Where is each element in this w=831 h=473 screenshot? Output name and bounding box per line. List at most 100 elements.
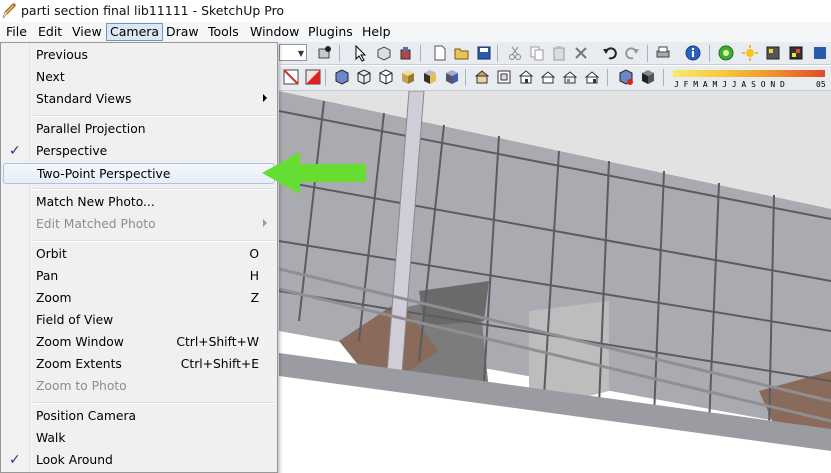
menu-draw[interactable]: Draw — [162, 24, 203, 40]
textured-cube-icon[interactable] — [421, 68, 439, 86]
menu-edit[interactable]: Edit — [34, 24, 66, 40]
xray-icon[interactable] — [811, 44, 829, 62]
menu-item-shortcut: H — [249, 269, 259, 283]
menu-item-field-of-view[interactable]: Field of View — [3, 310, 275, 331]
right-view-icon[interactable] — [539, 68, 557, 86]
toolbar-separator — [339, 45, 340, 62]
open-folder-icon[interactable] — [453, 44, 471, 62]
menu-item-label: Position Camera — [36, 409, 137, 423]
menu-item-label: Field of View — [36, 313, 114, 327]
toolbar-separator — [647, 45, 648, 62]
fog-icon[interactable] — [764, 44, 782, 62]
menu-window[interactable]: Window — [246, 24, 303, 40]
cut-scissors-icon[interactable] — [506, 44, 524, 62]
paste-icon[interactable] — [550, 44, 568, 62]
menu-separator — [33, 402, 275, 404]
window-title: parti section final lib11111 - SketchUp … — [21, 3, 285, 18]
redo-icon[interactable] — [623, 44, 641, 62]
shadows-toggle-icon[interactable] — [717, 44, 735, 62]
iso-view-icon[interactable] — [473, 68, 491, 86]
menu-item-shortcut: Z — [250, 291, 259, 305]
toolbar-separator — [663, 69, 664, 86]
select-arrow-icon[interactable] — [352, 44, 370, 62]
model-viewport[interactable] — [279, 91, 831, 473]
menu-item-zoom-window[interactable]: Zoom Window Ctrl+Shift+W — [3, 332, 275, 353]
menu-item-zoom-extents[interactable]: Zoom Extents Ctrl+Shift+E — [3, 354, 275, 375]
menu-item-position-camera[interactable]: Position Camera — [3, 406, 275, 427]
front-view-icon[interactable] — [517, 68, 535, 86]
menu-item-parallel-projection[interactable]: Parallel Projection — [3, 119, 275, 140]
menu-item-zoom[interactable]: Zoom Z — [3, 288, 275, 309]
hidden-line-cube-icon[interactable] — [377, 68, 395, 86]
print-icon[interactable] — [654, 44, 672, 62]
sun-icon[interactable] — [741, 44, 759, 62]
model-render — [279, 91, 831, 473]
menu-item-orbit[interactable]: Orbit O — [3, 244, 275, 265]
menu-item-next[interactable]: Next — [3, 67, 275, 88]
menu-item-label: Previous — [36, 48, 88, 62]
annotation-arrow-icon — [262, 152, 366, 194]
menu-item-label: Next — [36, 70, 65, 84]
copy-icon[interactable] — [528, 44, 546, 62]
toolbar-separator — [497, 45, 498, 62]
shadow-month-labels: J F M A M J J A S O N D — [674, 80, 785, 89]
menu-plugins[interactable]: Plugins — [304, 24, 357, 40]
back-edges-cube-icon[interactable] — [617, 68, 635, 86]
menu-item-walk[interactable]: Walk — [3, 428, 275, 449]
submenu-arrow-icon — [263, 219, 267, 227]
layer-combo[interactable]: ▼ — [279, 44, 307, 61]
chevron-down-icon: ▼ — [297, 49, 304, 58]
menu-item-edit-matched-photo: Edit Matched Photo — [3, 214, 275, 235]
menu-separator — [33, 188, 275, 190]
menu-item-perspective[interactable]: ✓ Perspective — [3, 141, 275, 162]
menu-item-label: Zoom Window — [36, 335, 124, 349]
menu-tools[interactable]: Tools — [204, 24, 243, 40]
toolbar-separator — [420, 45, 421, 62]
menu-item-zoom-to-photo: Zoom to Photo — [3, 376, 275, 397]
section-cut-icon[interactable] — [282, 68, 300, 86]
camera-menu-dropdown: Previous Next Standard Views Parallel Pr… — [0, 42, 278, 473]
monochrome-cube-icon[interactable] — [443, 68, 461, 86]
menu-item-shortcut: O — [249, 247, 259, 261]
menu-item-look-around[interactable]: ✓ Look Around — [3, 450, 275, 471]
section-fill-icon[interactable] — [304, 68, 322, 86]
shaded-cube-icon[interactable] — [399, 68, 417, 86]
menu-help[interactable]: Help — [358, 24, 395, 40]
shadow-settings-icon[interactable] — [787, 44, 805, 62]
wireframe-cube-icon[interactable] — [355, 68, 373, 86]
toolbar-separator — [465, 69, 466, 86]
undo-icon[interactable] — [601, 44, 619, 62]
menu-item-pan[interactable]: Pan H — [3, 266, 275, 287]
shadow-month-slider[interactable] — [673, 70, 825, 77]
make-component-icon[interactable] — [375, 44, 393, 62]
xray-cube-icon[interactable] — [333, 68, 351, 86]
paint-bucket-icon[interactable] — [397, 44, 415, 62]
back-view-icon[interactable] — [561, 68, 579, 86]
shaded-textures-cube-icon[interactable] — [639, 68, 657, 86]
shadow-time-label: 05 — [816, 80, 826, 89]
model-info-icon[interactable] — [684, 44, 702, 62]
menu-item-shortcut: Ctrl+Shift+E — [180, 357, 259, 371]
save-disk-icon[interactable] — [475, 44, 493, 62]
top-view-icon[interactable] — [495, 68, 513, 86]
menu-camera[interactable]: Camera — [106, 23, 164, 41]
menu-file[interactable]: File — [2, 24, 31, 40]
menu-view[interactable]: View — [68, 24, 106, 40]
menu-item-two-point-perspective[interactable]: Two-Point Perspective — [3, 163, 275, 184]
menu-item-standard-views[interactable]: Standard Views — [3, 89, 275, 110]
toolbar-separator — [325, 69, 326, 86]
erase-x-icon[interactable] — [572, 44, 590, 62]
menu-item-label: Standard Views — [36, 92, 132, 106]
submenu-arrow-icon — [263, 94, 267, 102]
menu-item-match-new-photo[interactable]: Match New Photo... — [3, 192, 275, 213]
menu-item-previous[interactable]: Previous — [3, 45, 275, 66]
left-view-icon[interactable] — [583, 68, 601, 86]
menu-item-label: Pan — [36, 269, 59, 283]
new-file-icon[interactable] — [431, 44, 449, 62]
checkmark-icon: ✓ — [9, 143, 21, 159]
title-bar: parti section final lib11111 - SketchUp … — [0, 0, 831, 22]
menu-separator — [33, 240, 275, 242]
component-paint-icon[interactable] — [316, 44, 334, 62]
menu-item-shortcut: Ctrl+Shift+W — [176, 335, 259, 349]
menu-separator — [33, 115, 275, 117]
